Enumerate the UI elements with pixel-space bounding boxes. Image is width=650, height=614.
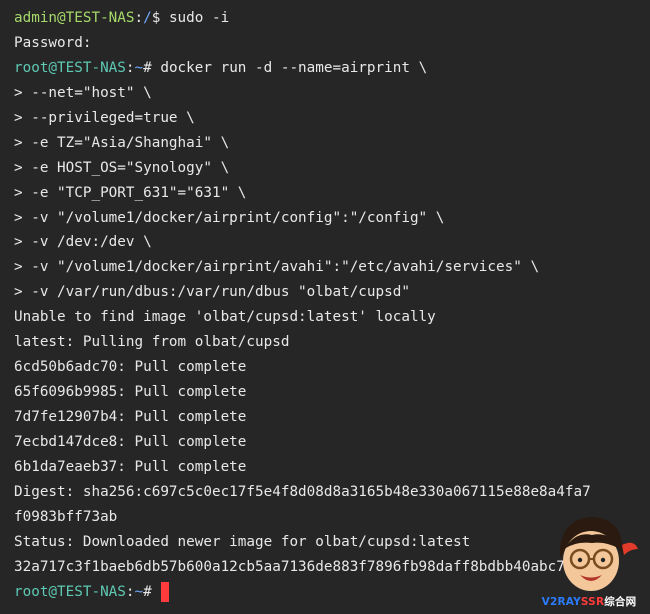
line-text: # [143,584,160,600]
prompt-path: ~ [135,60,144,76]
line-text: latest: Pulling from olbat/cupsd [14,334,289,350]
prompt-user: admin@TEST-NAS [14,10,135,26]
terminal-line: f0983bff73ab [14,505,650,530]
line-text: # docker run -d --name=airprint \ [143,60,427,76]
line-text: Status: Downloaded newer image for olbat… [14,534,470,550]
line-text: 32a717c3f1baeb6db57b600a12cb5aa7136de883… [14,559,565,575]
terminal-line: 32a717c3f1baeb6db57b600a12cb5aa7136de883… [14,555,650,580]
line-text: > -v "/volume1/docker/airprint/config":"… [14,210,444,226]
terminal-line: > --net="host" \ [14,81,650,106]
line-text: Password: [14,35,91,51]
prompt-path: / [143,10,152,26]
line-text: : [126,584,135,600]
line-text: Digest: sha256:c697c5c0ec17f5e4f8d08d8a3… [14,484,591,500]
prompt-user: root@TEST-NAS [14,60,126,76]
line-text: > --privileged=true \ [14,110,195,126]
line-text: > -v "/volume1/docker/airprint/avahi":"/… [14,259,539,275]
line-text: > -v /dev:/dev \ [14,234,152,250]
terminal-line: 7ecbd147dce8: Pull complete [14,430,650,455]
terminal-line: > -e TZ="Asia/Shanghai" \ [14,131,650,156]
line-text: 7ecbd147dce8: Pull complete [14,434,246,450]
terminal-line: 6b1da7eaeb37: Pull complete [14,455,650,480]
line-text: > -e "TCP_PORT_631"="631" \ [14,185,246,201]
terminal-line: Unable to find image 'olbat/cupsd:latest… [14,305,650,330]
line-text: > -e TZ="Asia/Shanghai" \ [14,135,229,151]
terminal-line: > -e HOST_OS="Synology" \ [14,156,650,181]
terminal-window[interactable]: admin@TEST-NAS:/$ sudo -iPassword:root@T… [0,0,650,611]
line-text: 7d7fe12907b4: Pull complete [14,409,246,425]
prompt-path: ~ [135,584,144,600]
line-text: 6cd50b6adc70: Pull complete [14,359,246,375]
terminal-line: admin@TEST-NAS:/$ sudo -i [14,6,650,31]
terminal-line: > -v "/volume1/docker/airprint/avahi":"/… [14,255,650,280]
terminal-line: Password: [14,31,650,56]
terminal-line: > -v /dev:/dev \ [14,230,650,255]
terminal-line: > -e "TCP_PORT_631"="631" \ [14,181,650,206]
terminal-line: > -v /var/run/dbus:/var/run/dbus "olbat/… [14,280,650,305]
terminal-line: 6cd50b6adc70: Pull complete [14,355,650,380]
terminal-line: > -v "/volume1/docker/airprint/config":"… [14,206,650,231]
terminal-line: Status: Downloaded newer image for olbat… [14,530,650,555]
line-text: $ sudo -i [152,10,229,26]
line-text: 65f6096b9985: Pull complete [14,384,246,400]
line-text: Unable to find image 'olbat/cupsd:latest… [14,309,436,325]
line-text: f0983bff73ab [14,509,117,525]
terminal-line: latest: Pulling from olbat/cupsd [14,330,650,355]
terminal-line: Digest: sha256:c697c5c0ec17f5e4f8d08d8a3… [14,480,650,505]
line-text: > -v /var/run/dbus:/var/run/dbus "olbat/… [14,284,410,300]
terminal-line: > --privileged=true \ [14,106,650,131]
line-text: > --net="host" \ [14,85,152,101]
block-cursor-icon [161,582,169,602]
terminal-line: root@TEST-NAS:~# docker run -d --name=ai… [14,56,650,81]
terminal-line: 7d7fe12907b4: Pull complete [14,405,650,430]
line-text: : [135,10,144,26]
line-text: : [126,60,135,76]
terminal-line: 65f6096b9985: Pull complete [14,380,650,405]
line-text: 6b1da7eaeb37: Pull complete [14,459,246,475]
prompt-user: root@TEST-NAS [14,584,126,600]
terminal-line: root@TEST-NAS:~# [14,580,650,605]
line-text: > -e HOST_OS="Synology" \ [14,160,229,176]
